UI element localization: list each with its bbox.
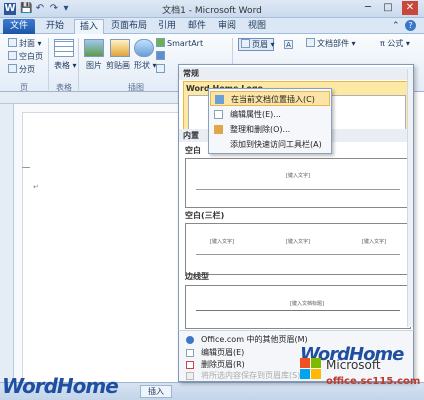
tab-references[interactable]: 引用 (154, 19, 180, 34)
microsoft-text: Microsoft (326, 358, 381, 372)
delete-header-icon (186, 361, 194, 369)
blank-page-icon (8, 51, 17, 60)
gallery-section-general: 常规 (179, 67, 413, 80)
placeholder-text: [键入文字] (286, 173, 310, 179)
paragraph-mark: ↵ (33, 183, 39, 191)
menu-item-add-to-qat[interactable]: 添加到快速访问工具栏(A) (210, 137, 330, 152)
gallery-item-border-label: 边线型 (185, 272, 209, 281)
screenshot-icon (156, 64, 165, 73)
gallery-item-border[interactable]: [键入文档标题] (185, 285, 411, 329)
site-url-text: office.sc115.com (326, 376, 421, 387)
menu-item-insert-at-position[interactable]: 在当前文档位置插入(C) (210, 91, 330, 106)
pi-icon: π (380, 39, 385, 48)
add-icon (214, 140, 223, 149)
blank-page-button[interactable]: 空白页 (8, 51, 43, 62)
shapes-icon[interactable] (134, 39, 154, 57)
cover-page-icon (8, 38, 17, 47)
ribbon-tab-row: 文件 开始 插入 页面布局 引用 邮件 审阅 视图 ⌃ ? (0, 18, 424, 35)
gallery-item-blank-three[interactable]: [键入文字] [键入文字] [键入文字] (185, 223, 411, 275)
margin-mark (22, 167, 30, 168)
placeholder-text-center: [键入文字] (286, 239, 310, 245)
header-button[interactable]: 页眉 ▾ (238, 38, 275, 51)
header-line (196, 189, 400, 190)
text-box-icon: A (284, 40, 293, 49)
insert-icon (215, 95, 224, 104)
page-break-button[interactable]: 分页 (8, 64, 35, 75)
tab-page-layout[interactable]: 页面布局 (108, 19, 150, 34)
tab-insert[interactable]: 插入 (74, 19, 104, 35)
status-doc-tab[interactable]: 插入 (140, 385, 172, 398)
save-gallery-icon (186, 372, 194, 380)
gallery-item-blank-three-label: 空白(三栏) (185, 211, 225, 220)
gallery-item-blank[interactable]: [键入文字] (185, 158, 411, 208)
cover-page-button[interactable]: 封面 ▾ (8, 38, 42, 49)
screenshot-button[interactable] (156, 64, 167, 75)
edit-icon (214, 110, 223, 119)
chart-button[interactable] (156, 51, 167, 62)
minimize-ribbon-icon[interactable]: ⌃ (392, 21, 400, 31)
shapes-button[interactable]: 形状 ▾ (134, 60, 157, 71)
clip-art-button[interactable]: 剪贴画 (106, 60, 130, 71)
smartart-button[interactable]: SmartArt (156, 38, 203, 49)
group-separator (78, 38, 79, 90)
smartart-icon (156, 38, 165, 47)
close-button[interactable]: ✕ (402, 1, 418, 15)
help-icon[interactable]: ? (405, 20, 416, 31)
text-box-button[interactable]: A (284, 38, 295, 49)
menu-item-edit-properties[interactable]: 编辑属性(E)... (210, 107, 330, 122)
vertical-ruler[interactable] (0, 104, 14, 382)
tab-file[interactable]: 文件 (3, 19, 35, 34)
group-separator (48, 38, 49, 90)
table-button[interactable]: 表格 ▾ (54, 60, 77, 71)
header-icon (241, 39, 250, 48)
minimize-button[interactable]: ─ (360, 1, 376, 15)
placeholder-title: [键入文档标题] (290, 301, 324, 307)
header-line (196, 310, 400, 311)
quick-parts-button[interactable]: 文档部件 ▾ (306, 38, 356, 49)
quick-parts-icon (306, 38, 315, 47)
placeholder-text-right: [键入文字] (362, 239, 386, 245)
menu-item-organize-delete[interactable]: 整理和删除(O)... (210, 122, 330, 137)
header-line (196, 254, 400, 255)
picture-button[interactable]: 图片 (86, 60, 102, 71)
equation-button[interactable]: π 公式 ▾ (380, 38, 410, 49)
title-bar: W 💾 ↶ ↷ ▾ 文档1 - Microsoft Word ─ □ ✕ (0, 0, 424, 18)
picture-icon[interactable] (84, 39, 104, 57)
table-icon[interactable] (54, 39, 74, 57)
tab-home[interactable]: 开始 (40, 19, 70, 34)
globe-icon (186, 336, 194, 344)
placeholder-text-left: [键入文字] (210, 239, 234, 245)
gallery-scrollbar[interactable] (407, 69, 413, 327)
edit-header-icon (186, 349, 194, 357)
horizontal-ruler[interactable] (0, 92, 178, 104)
context-menu: 在当前文档位置插入(C) 编辑属性(E)... 整理和删除(O)... 添加到快… (208, 88, 332, 154)
page-break-icon (8, 64, 17, 73)
clip-art-icon[interactable] (110, 39, 130, 57)
tab-review[interactable]: 审阅 (214, 19, 240, 34)
chart-icon (156, 51, 165, 60)
microsoft-logo-icon (300, 358, 322, 380)
maximize-button[interactable]: □ (380, 1, 396, 15)
wordhome-watermark-left: WordHome (2, 374, 119, 398)
organize-icon (214, 125, 223, 134)
tab-mailings[interactable]: 邮件 (184, 19, 210, 34)
document-page[interactable]: ↵ (22, 112, 178, 382)
tab-view[interactable]: 视图 (244, 19, 270, 34)
gallery-item-blank-label: 空白 (185, 146, 201, 155)
